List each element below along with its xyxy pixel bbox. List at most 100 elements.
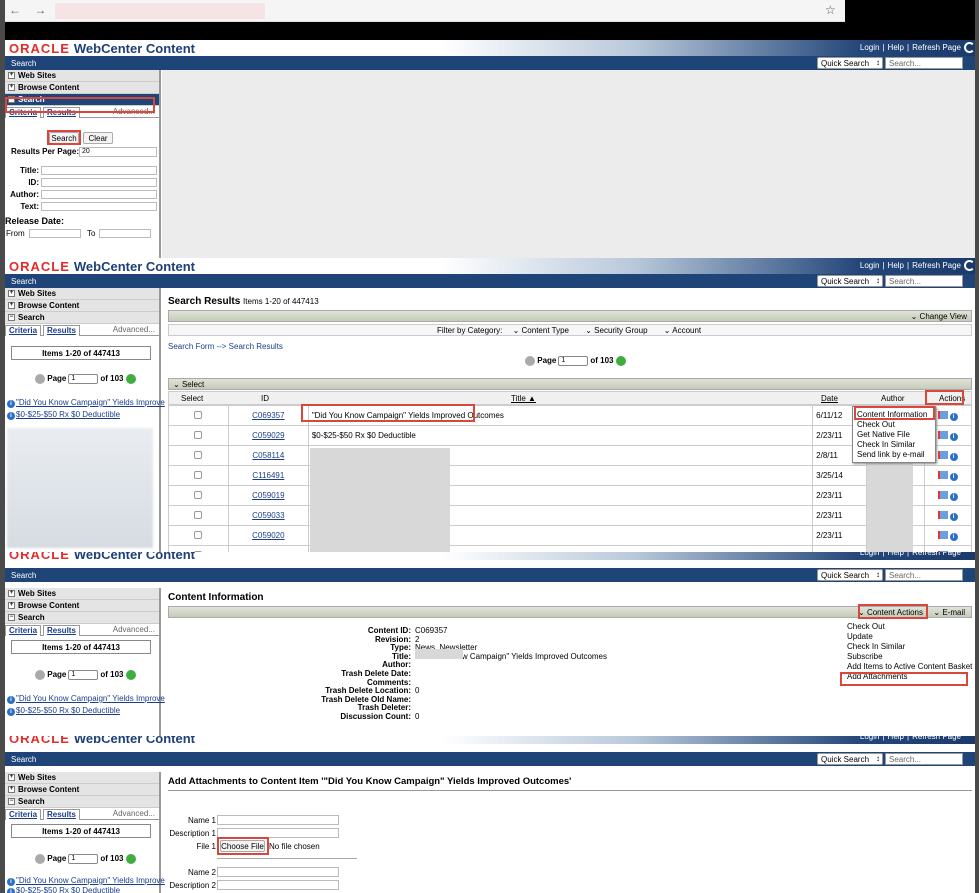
choose-file-button[interactable]: Choose File (220, 840, 265, 852)
tab-results[interactable]: Results (43, 107, 80, 118)
row-checkbox[interactable] (168, 485, 229, 506)
result-link-2[interactable]: i $0-$25-$50 Rx $0 Deductible (7, 706, 120, 716)
actions-menu-icon[interactable] (937, 491, 948, 500)
page-select[interactable]: 1 (68, 374, 99, 384)
col-id[interactable]: ID (261, 394, 269, 403)
result-link-1[interactable]: i "Did You Know Campaign" Yields Improve (7, 694, 165, 704)
info-icon[interactable]: i (949, 532, 958, 541)
quick-search-select[interactable]: Quick Search (817, 275, 883, 287)
info-icon[interactable]: i (949, 412, 958, 421)
row-id-link[interactable]: C059029 (227, 425, 309, 446)
from-date-input[interactable] (29, 229, 81, 238)
row-checkbox[interactable] (168, 405, 229, 426)
breadcrumb-text[interactable]: Search Form --> Search Results (168, 342, 283, 351)
tab-criteria[interactable]: Criteria (5, 809, 42, 820)
table-row[interactable]: C059019 2/23/11 i (168, 485, 972, 506)
sidebar-item-web-sites[interactable]: + Web Sites (5, 772, 159, 784)
quick-search-input[interactable]: Search... (885, 57, 963, 69)
bookmark-star-icon[interactable]: ☆ (825, 3, 836, 17)
next-page-icon[interactable] (615, 356, 626, 366)
name1-input[interactable] (217, 815, 339, 825)
help-link[interactable]: Help (888, 736, 904, 741)
sidebar-item-web-sites[interactable]: + Web Sites (5, 588, 159, 600)
content-actions-button[interactable]: ⌄ Content Actions (858, 608, 923, 617)
help-link[interactable]: Help (888, 43, 904, 52)
table-row[interactable]: C116491 3/25/14 i (168, 465, 972, 486)
quick-search-input[interactable]: Search... (885, 753, 963, 765)
tab-results[interactable]: Results (43, 325, 80, 336)
sidebar-item-search[interactable]: − Search (5, 612, 159, 624)
info-icon[interactable]: i (949, 512, 958, 521)
row-id-link[interactable]: C059019 (227, 485, 309, 506)
actions-menu-icon[interactable] (937, 471, 948, 480)
sidebar-item-web-sites[interactable]: + Web Sites (5, 70, 159, 82)
refresh-link[interactable]: Refresh Page (912, 43, 961, 52)
result-link-1[interactable]: i "Did You Know Campaign" Yields Improve (7, 398, 165, 408)
info-icon[interactable]: i (949, 432, 958, 441)
help-link[interactable]: Help (888, 552, 904, 557)
description1-input[interactable] (217, 828, 339, 838)
tab-criteria[interactable]: Criteria (5, 625, 42, 636)
tab-results[interactable]: Results (43, 809, 80, 820)
change-view-button[interactable]: ⌄ Change View (911, 312, 967, 321)
sidebar-item-web-sites[interactable]: + Web Sites (5, 288, 159, 300)
refresh-link[interactable]: Refresh Page (912, 736, 961, 741)
actions-menu-icon[interactable] (937, 411, 948, 420)
login-link[interactable]: Login (860, 736, 880, 741)
sidebar-item-search[interactable]: − Search (5, 796, 159, 808)
filter-content-type[interactable]: ⌄ Content Type (513, 326, 569, 335)
row-id-link[interactable]: C058114 (227, 445, 309, 466)
tab-results[interactable]: Results (43, 625, 80, 636)
filter-account[interactable]: ⌄ Account (664, 326, 701, 335)
row-id-link[interactable]: C069357 (227, 405, 309, 426)
filter-security-group[interactable]: ⌄ Security Group (585, 326, 647, 335)
quick-search-input[interactable]: Search... (885, 569, 963, 581)
search-button[interactable]: Search (49, 132, 79, 144)
sidebar-item-search[interactable]: − Search (5, 94, 159, 106)
refresh-link[interactable]: Refresh Page (912, 261, 961, 270)
row-checkbox[interactable] (168, 465, 229, 486)
row-checkbox[interactable] (168, 425, 229, 446)
menu-get-native-file[interactable]: Get Native File (853, 430, 935, 440)
tab-criteria[interactable]: Criteria (5, 325, 42, 336)
page-select[interactable]: 1 (68, 670, 99, 680)
actions-menu-icon[interactable] (937, 431, 948, 440)
login-link[interactable]: Login (860, 43, 880, 52)
search-icon[interactable] (964, 260, 975, 271)
page-select[interactable]: 1 (68, 854, 99, 864)
actions-menu-icon[interactable] (937, 451, 948, 460)
row-checkbox[interactable] (168, 525, 229, 546)
result-link-2[interactable]: i $0-$25-$50 Rx $0 Deductible (7, 410, 120, 420)
title-input[interactable] (41, 166, 157, 175)
to-date-input[interactable] (99, 229, 151, 238)
next-page-icon[interactable] (125, 854, 136, 864)
menu-add-attachments[interactable]: Add Attachments (843, 672, 969, 682)
quick-search-select[interactable]: Quick Search (817, 753, 883, 765)
info-icon[interactable]: i (949, 452, 958, 461)
login-link[interactable]: Login (860, 552, 880, 557)
sidebar-item-browse-content[interactable]: + Browse Content (5, 300, 159, 312)
info-icon[interactable]: i (949, 492, 958, 501)
next-page-icon[interactable] (125, 374, 136, 384)
sidebar-item-browse-content[interactable]: + Browse Content (5, 82, 159, 94)
row-checkbox[interactable] (168, 445, 229, 466)
actions-menu-icon[interactable] (937, 511, 948, 520)
row-id-link[interactable]: C059020 (227, 525, 309, 546)
menu-add-to-basket[interactable]: Add Items to Active Content Basket (843, 662, 972, 672)
menu-check-in-similar[interactable]: Check In Similar (853, 440, 935, 450)
text-input[interactable] (41, 202, 157, 211)
id-input[interactable] (41, 178, 157, 187)
email-button[interactable]: ⌄ E-mail (933, 608, 965, 617)
table-row[interactable]: C059020 2/23/11 i (168, 525, 972, 546)
menu-check-out[interactable]: Check Out (853, 420, 935, 430)
name2-input[interactable] (217, 867, 339, 877)
advanced-link[interactable]: Advanced... (113, 107, 155, 116)
tab-criteria[interactable]: Criteria (5, 107, 42, 118)
result-link-2[interactable]: i $0-$25-$50 Rx $0 Deductible (7, 886, 120, 893)
sidebar-item-search[interactable]: − Search (5, 312, 159, 324)
row-checkbox[interactable] (168, 505, 229, 526)
advanced-link[interactable]: Advanced... (113, 625, 155, 634)
menu-check-out[interactable]: Check Out (843, 622, 969, 632)
prev-page-icon[interactable] (35, 854, 45, 864)
result-link-1[interactable]: i "Did You Know Campaign" Yields Improve (7, 876, 165, 886)
